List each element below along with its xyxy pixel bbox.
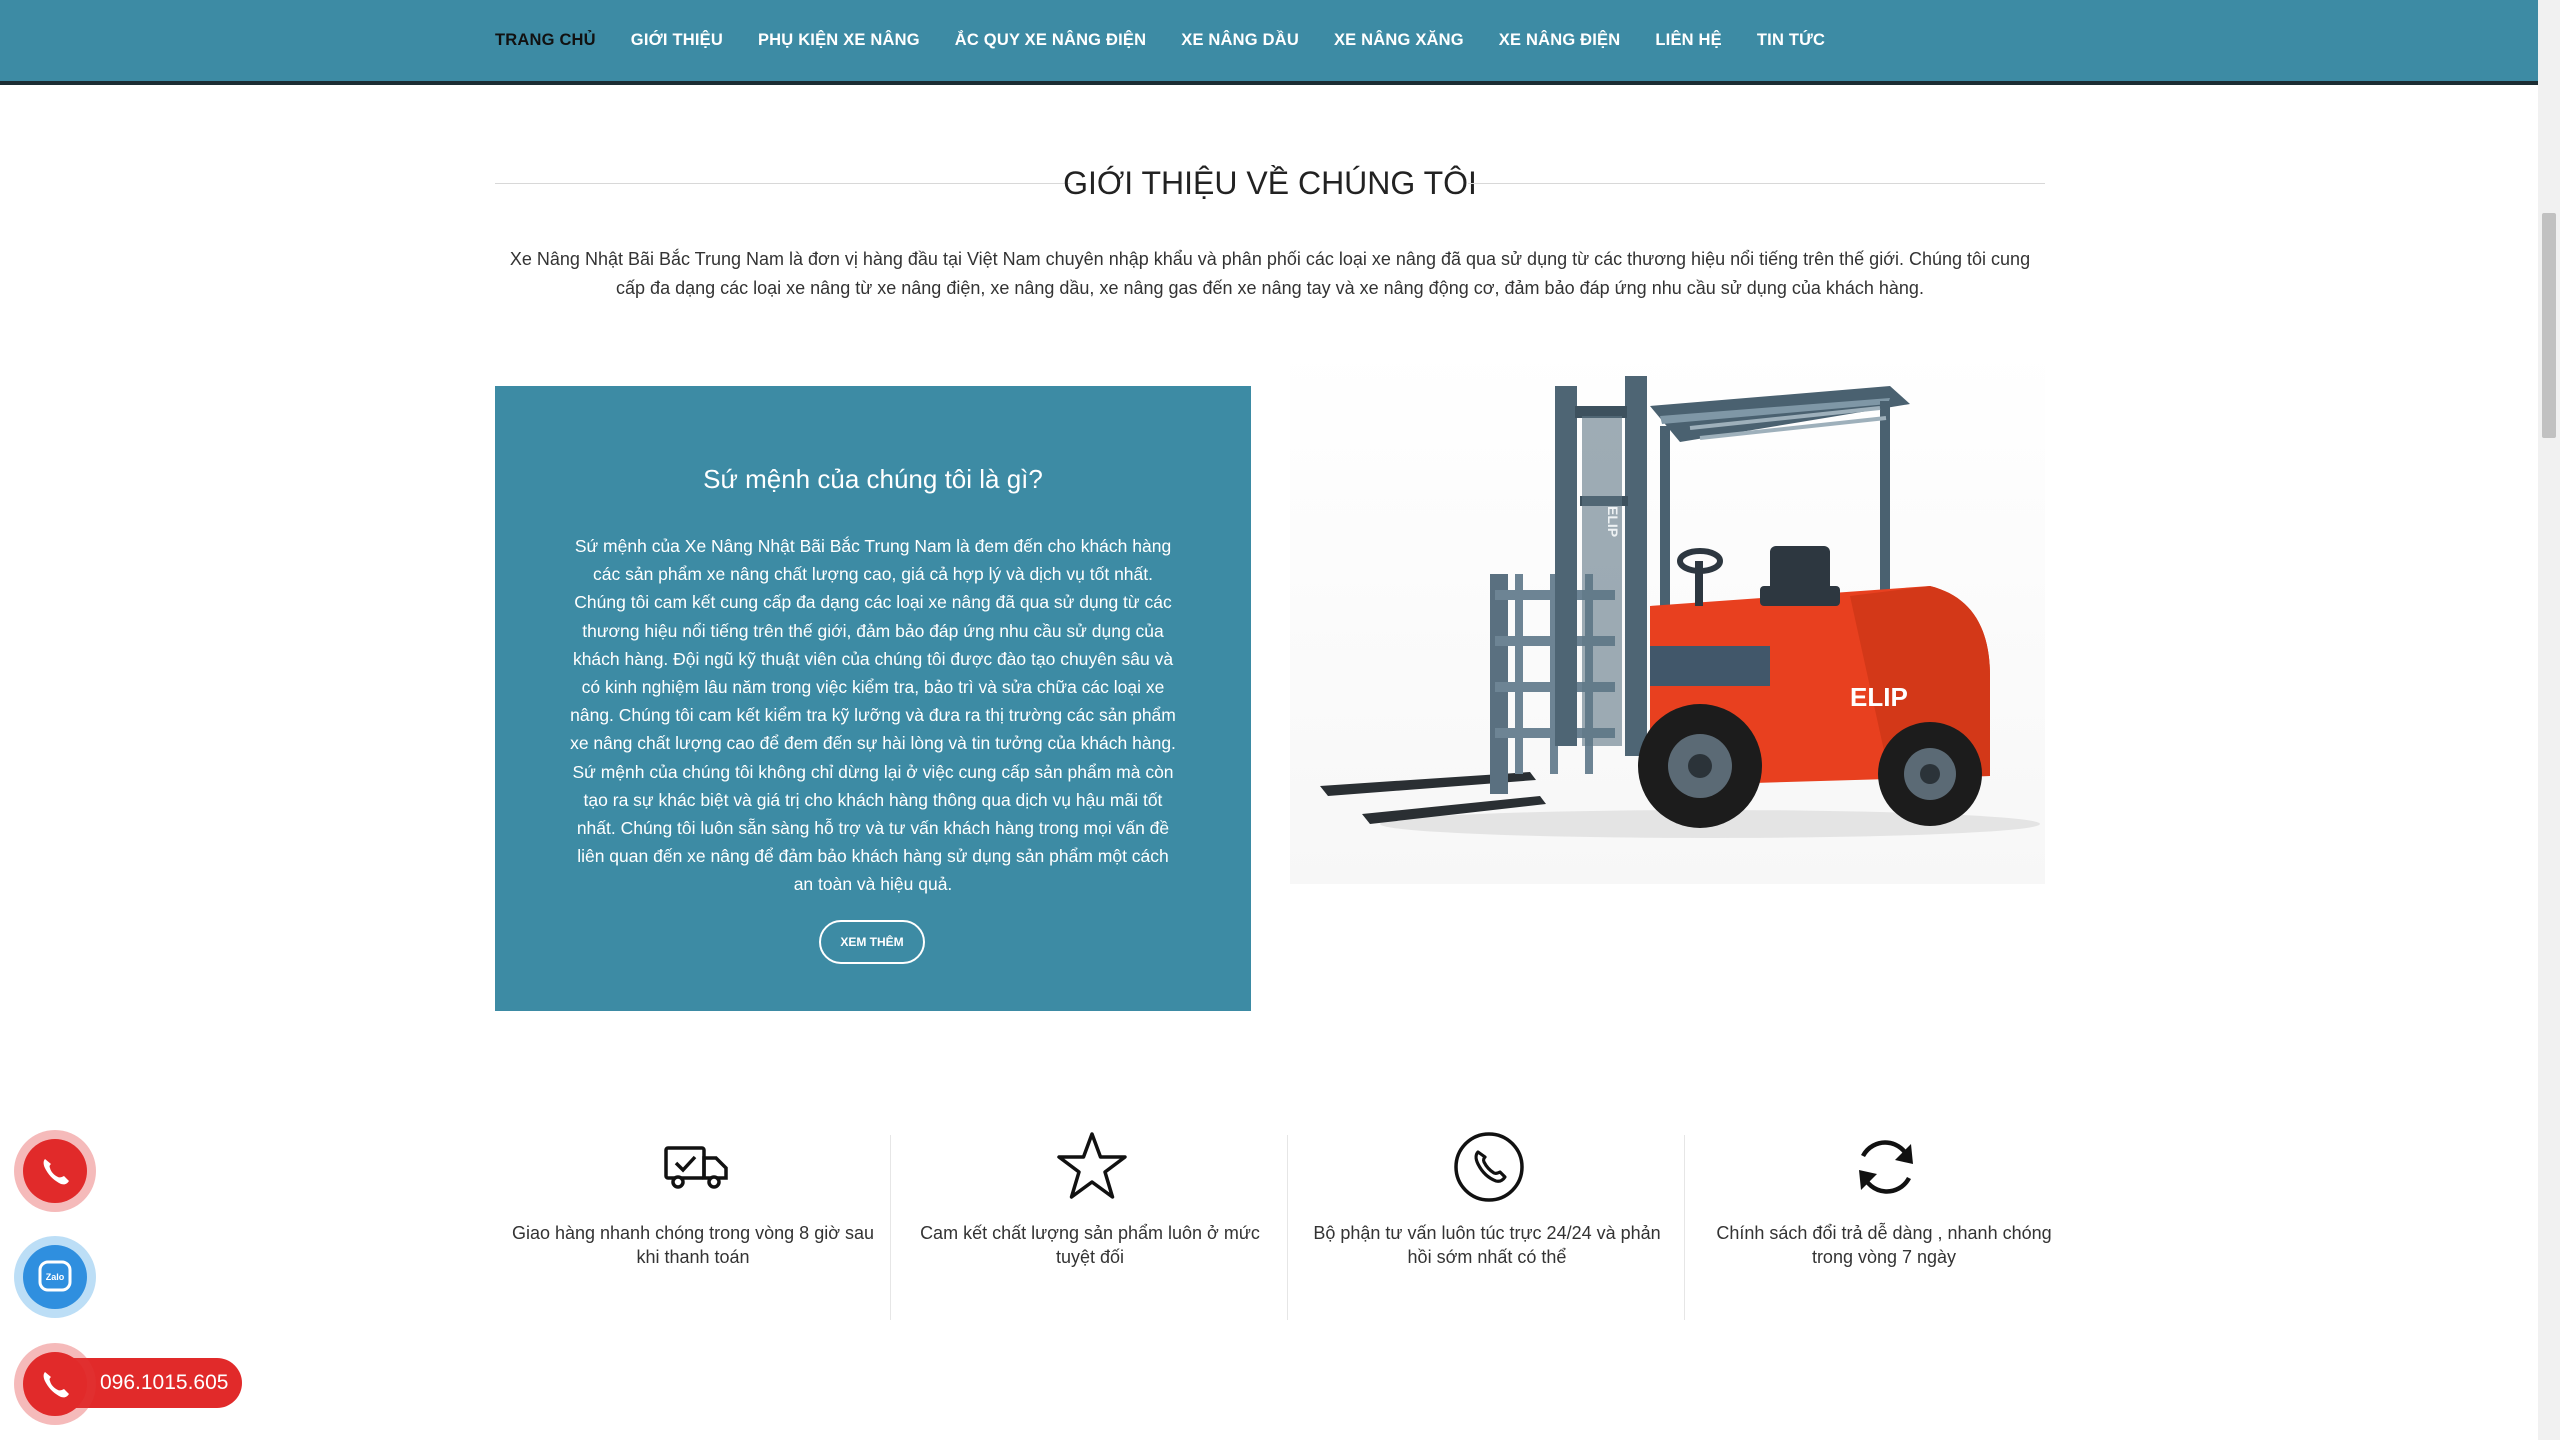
mission-body-text: Sứ mệnh của Xe Nâng Nhật Bãi Bắc Trung N… bbox=[570, 536, 1176, 895]
feature-returns: Chính sách đổi trả dễ dàng , nhanh chóng… bbox=[1686, 1130, 2082, 1320]
feature-returns-text: Chính sách đổi trả dễ dàng , nhanh chóng… bbox=[1716, 1223, 2052, 1267]
nav-item-accessories[interactable]: PHỤ KIỆN XE NÂNG bbox=[758, 31, 920, 50]
zalo-icon: Zalo bbox=[38, 1260, 72, 1292]
zalo-button-core: Zalo bbox=[23, 1245, 87, 1309]
feature-divider bbox=[1287, 1135, 1288, 1320]
top-navigation: TRANG CHỦ GIỚI THIỆU PHỤ KIỆN XE NÂNG ẮC… bbox=[0, 0, 2538, 85]
phone-icon bbox=[1454, 1132, 1524, 1202]
nav-item-contact[interactable]: LIÊN HỆ bbox=[1655, 31, 1722, 50]
hotline-call-core bbox=[23, 1352, 87, 1416]
nav-item-news[interactable]: TIN TỨC bbox=[1757, 31, 1825, 50]
svg-text:ELIP: ELIP bbox=[1605, 506, 1621, 537]
feature-quality-text: Cam kết chất lượng sản phẩm luôn ở mức t… bbox=[920, 1223, 1260, 1267]
about-intro-text: Xe Nâng Nhật Bãi Bắc Trung Nam là đơn vị… bbox=[509, 249, 2031, 298]
nav-item-gasoline-forklifts[interactable]: XE NÂNG XĂNG bbox=[1334, 31, 1464, 50]
forklift-image: ELIP ELIP bbox=[1290, 346, 2045, 884]
nav-menu: TRANG CHỦ GIỚI THIỆU PHỤ KIỆN XE NÂNG ẮC… bbox=[495, 0, 1860, 80]
feature-delivery: Giao hàng nhanh chóng trong vòng 8 giờ s… bbox=[495, 1130, 891, 1320]
page-scrollbar[interactable] bbox=[2538, 0, 2560, 1440]
nav-item-diesel-forklifts[interactable]: XE NÂNG DẦU bbox=[1181, 31, 1299, 50]
view-more-button[interactable]: XEM THÊM bbox=[819, 920, 925, 964]
feature-divider bbox=[1684, 1135, 1685, 1320]
feature-quality: Cam kết chất lượng sản phẩm luôn ở mức t… bbox=[892, 1130, 1288, 1320]
title-divider-right bbox=[1468, 183, 2045, 184]
svg-text:ELIP: ELIP bbox=[1850, 682, 1908, 712]
refresh-icon bbox=[1859, 1140, 1913, 1194]
feature-support-text: Bộ phận tư vấn luôn túc trực 24/24 và ph… bbox=[1313, 1223, 1661, 1267]
hotline-number[interactable]: 096.1015.605 bbox=[100, 1371, 228, 1395]
mission-heading: Sứ mệnh của chúng tôi là gì? bbox=[703, 464, 1043, 494]
call-button[interactable] bbox=[14, 1130, 96, 1212]
mission-panel: Sứ mệnh của chúng tôi là gì? Sứ mệnh của… bbox=[495, 386, 1251, 1011]
scrollbar-thumb[interactable] bbox=[2542, 213, 2556, 438]
feature-delivery-text: Giao hàng nhanh chóng trong vòng 8 giờ s… bbox=[511, 1223, 875, 1267]
call-button-core bbox=[23, 1139, 87, 1203]
feature-support: Bộ phận tư vấn luôn túc trực 24/24 và ph… bbox=[1289, 1130, 1685, 1320]
nav-item-electric-forklifts[interactable]: XE NÂNG ĐIỆN bbox=[1499, 31, 1621, 50]
nav-item-batteries[interactable]: ẮC QUY XE NÂNG ĐIỆN bbox=[955, 31, 1146, 50]
zalo-button[interactable]: Zalo bbox=[14, 1236, 96, 1318]
nav-item-about[interactable]: GIỚI THIỆU bbox=[631, 31, 723, 50]
star-icon bbox=[1057, 1132, 1127, 1199]
feature-divider bbox=[890, 1135, 891, 1320]
features-row: Giao hàng nhanh chóng trong vòng 8 giờ s… bbox=[495, 1130, 2080, 1320]
forklift-illustration: ELIP ELIP bbox=[1320, 376, 2040, 838]
phone-icon bbox=[43, 1372, 69, 1398]
nav-item-home[interactable]: TRANG CHỦ bbox=[495, 31, 596, 50]
phone-icon bbox=[43, 1159, 69, 1185]
hotline-call-button[interactable] bbox=[14, 1343, 96, 1425]
about-section-heading: GIỚI THIỆU VỀ CHÚNG TÔI bbox=[495, 160, 2045, 206]
svg-text:Zalo: Zalo bbox=[46, 1272, 65, 1282]
delivery-truck-icon bbox=[664, 1146, 728, 1189]
